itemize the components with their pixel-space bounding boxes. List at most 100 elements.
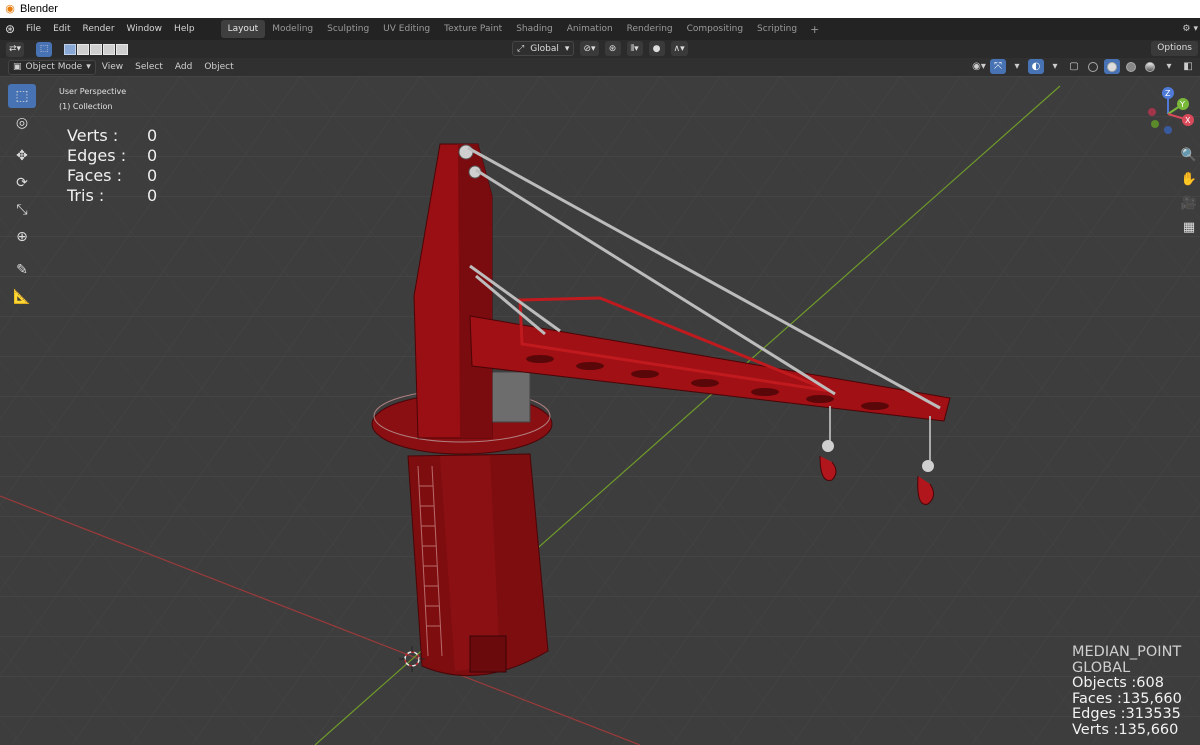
3d-viewport[interactable] xyxy=(0,76,1200,745)
menu-add[interactable]: Add xyxy=(169,62,198,72)
faces-value: 0 xyxy=(147,166,158,185)
mode-intersect-icon[interactable] xyxy=(116,43,129,55)
gizmo-toggle-icon[interactable]: ⤧ xyxy=(990,59,1006,74)
mesh-stats-overlay: Verts : 0 Edges : 0 Faces : 0 Tris : 0 xyxy=(67,126,157,206)
transform-orientation-group: ⤢ Global ▾ ⊘▾ ⊛ ⫴▾ ● ∧▾ xyxy=(512,41,688,56)
proportional-falloff-button[interactable]: ∧▾ xyxy=(670,41,688,56)
tab-uv-editing[interactable]: UV Editing xyxy=(376,20,437,38)
select-tool-icon[interactable]: ⬚ xyxy=(8,84,36,108)
proportional-edit-button[interactable]: ● xyxy=(648,41,665,56)
gizmo-x-label: X xyxy=(1185,116,1191,125)
tab-compositing[interactable]: Compositing xyxy=(680,20,750,38)
zoom-icon[interactable]: 🔍 xyxy=(1180,148,1198,168)
faces-count: Faces :135,660 xyxy=(1072,690,1182,707)
visibility-icon[interactable]: ◉▾ xyxy=(971,59,987,74)
tab-scripting[interactable]: Scripting xyxy=(750,20,804,38)
tool-picker-button[interactable]: ⇄▾ xyxy=(6,41,25,57)
orthographic-grid-icon[interactable]: ▦ xyxy=(1180,220,1198,240)
verts-value: 0 xyxy=(147,126,158,145)
menu-object[interactable]: Object xyxy=(198,62,239,72)
shading-material-icon[interactable] xyxy=(1123,59,1139,74)
transform-tool-icon[interactable]: ⊕ xyxy=(8,225,36,249)
gizmo-dropdown-icon[interactable]: ▾ xyxy=(1009,59,1025,74)
menu-help[interactable]: Help xyxy=(168,18,201,40)
shading-solid-icon[interactable] xyxy=(1104,59,1120,74)
stats-row-faces: Faces : 0 xyxy=(67,166,157,186)
menu-window[interactable]: Window xyxy=(121,18,169,40)
object-mode-dropdown[interactable]: ▣ Object Mode ▾ xyxy=(8,59,96,75)
move-tool-icon[interactable]: ✥ xyxy=(8,144,36,168)
annotate-tool-icon[interactable]: ✎ xyxy=(8,258,36,282)
workspace-tabs: Layout Modeling Sculpting UV Editing Tex… xyxy=(220,20,826,38)
perspective-label: User Perspective xyxy=(59,87,127,96)
mode-set-icon[interactable] xyxy=(64,43,77,55)
scene-selector[interactable]: ⚙ ▾ xyxy=(1182,18,1200,40)
xray-toggle-icon[interactable]: ▢ xyxy=(1066,59,1082,74)
menu-render[interactable]: Render xyxy=(77,18,121,40)
shading-dropdown-icon[interactable]: ▾ xyxy=(1161,59,1177,74)
overlay-toggle-icon[interactable]: ◐ xyxy=(1028,59,1044,74)
tool-settings-bar: ⇄▾ ⬚ ⤢ Global ▾ ⊘▾ ⊛ ⫴▾ ● ∧▾ Options xyxy=(0,40,1200,58)
tab-shading[interactable]: Shading xyxy=(509,20,560,38)
mode-extend-icon[interactable] xyxy=(77,43,90,55)
selection-mode-group xyxy=(64,43,129,55)
orientation-icon: ⤢ xyxy=(517,43,525,54)
viewport-header: ▣ Object Mode ▾ View Select Add Object ◉… xyxy=(0,58,1200,76)
scene-icon: ⚙ xyxy=(1182,24,1191,34)
pan-hand-icon[interactable]: ✋ xyxy=(1180,172,1198,192)
snap-toggle-button[interactable]: ⊛ xyxy=(604,41,621,56)
gizmo-z-label: Z xyxy=(1165,89,1171,98)
tris-value: 0 xyxy=(147,186,158,205)
gizmo-neg-z-handle[interactable] xyxy=(1164,126,1172,134)
menu-view[interactable]: View xyxy=(96,62,129,72)
menu-edit[interactable]: Edit xyxy=(47,18,76,40)
orientation-mode-label: GLOBAL xyxy=(1072,659,1131,676)
sidebar-toggle-icon[interactable]: ◧ xyxy=(1180,59,1196,74)
mode-subtract-icon[interactable] xyxy=(90,43,103,55)
tab-rendering[interactable]: Rendering xyxy=(620,20,680,38)
navigation-gizmo[interactable]: Z Y X xyxy=(1140,84,1200,144)
menu-select[interactable]: Select xyxy=(129,62,169,72)
orientation-dropdown[interactable]: ⤢ Global ▾ xyxy=(512,41,575,56)
pivot-mode-label: MEDIAN_POINT xyxy=(1072,644,1182,660)
chevron-down-icon: ▾ xyxy=(564,43,570,54)
edges-count: Edges :313535 xyxy=(1072,706,1181,722)
measure-tool-icon[interactable]: 📐 xyxy=(8,285,36,309)
rotate-tool-icon[interactable]: ⟳ xyxy=(8,171,36,195)
object-mode-icon: ▣ xyxy=(13,62,22,72)
tab-layout[interactable]: Layout xyxy=(220,20,266,38)
blender-app-icon: ◉ xyxy=(5,3,15,15)
viewport-info: User Perspective (1) Collection xyxy=(59,84,126,114)
tab-modeling[interactable]: Modeling xyxy=(265,20,320,38)
floor-grid-cross xyxy=(0,76,1200,745)
overlay-dropdown-icon[interactable]: ▾ xyxy=(1047,59,1063,74)
shading-rendered-icon[interactable] xyxy=(1142,59,1158,74)
tab-texture-paint[interactable]: Texture Paint xyxy=(437,20,509,38)
gizmo-neg-y-handle[interactable] xyxy=(1151,120,1159,128)
pivot-point-button[interactable]: ⊘▾ xyxy=(580,41,599,56)
snap-target-button[interactable]: ⫴▾ xyxy=(626,41,643,56)
orientation-value: Global xyxy=(530,43,559,54)
top-menu-bar: ⊛ File Edit Render Window Help Layout Mo… xyxy=(0,18,1200,40)
options-dropdown[interactable]: Options xyxy=(1151,41,1198,56)
camera-view-icon[interactable]: 🎥 xyxy=(1180,196,1198,216)
mode-invert-icon[interactable] xyxy=(103,43,116,55)
select-box-tool-button[interactable]: ⬚ xyxy=(36,41,53,57)
add-workspace-button[interactable]: + xyxy=(804,23,825,36)
scale-tool-icon[interactable]: ⤡ xyxy=(8,198,36,222)
edges-label: Edges : xyxy=(67,146,127,165)
gizmo-neg-x-handle[interactable] xyxy=(1148,108,1156,116)
menu-file[interactable]: File xyxy=(20,18,47,40)
scene-canvas xyxy=(0,76,1200,745)
gizmo-y-label: Y xyxy=(1179,100,1185,109)
viewport-shading-controls: ◉▾ ⤧ ▾ ◐ ▾ ▢ ▾ ◧ xyxy=(971,59,1196,74)
faces-label: Faces : xyxy=(67,166,122,185)
os-title-bar: ◉ Blender xyxy=(0,0,1200,18)
stats-row-tris: Tris : 0 xyxy=(67,186,157,206)
tab-sculpting[interactable]: Sculpting xyxy=(320,20,376,38)
cursor-tool-icon[interactable]: ◎ xyxy=(8,111,36,135)
shading-wireframe-icon[interactable] xyxy=(1085,59,1101,74)
blender-logo-icon[interactable]: ⊛ xyxy=(0,22,20,36)
navigation-buttons: 🔍 ✋ 🎥 ▦ xyxy=(1180,148,1198,240)
tab-animation[interactable]: Animation xyxy=(560,20,620,38)
